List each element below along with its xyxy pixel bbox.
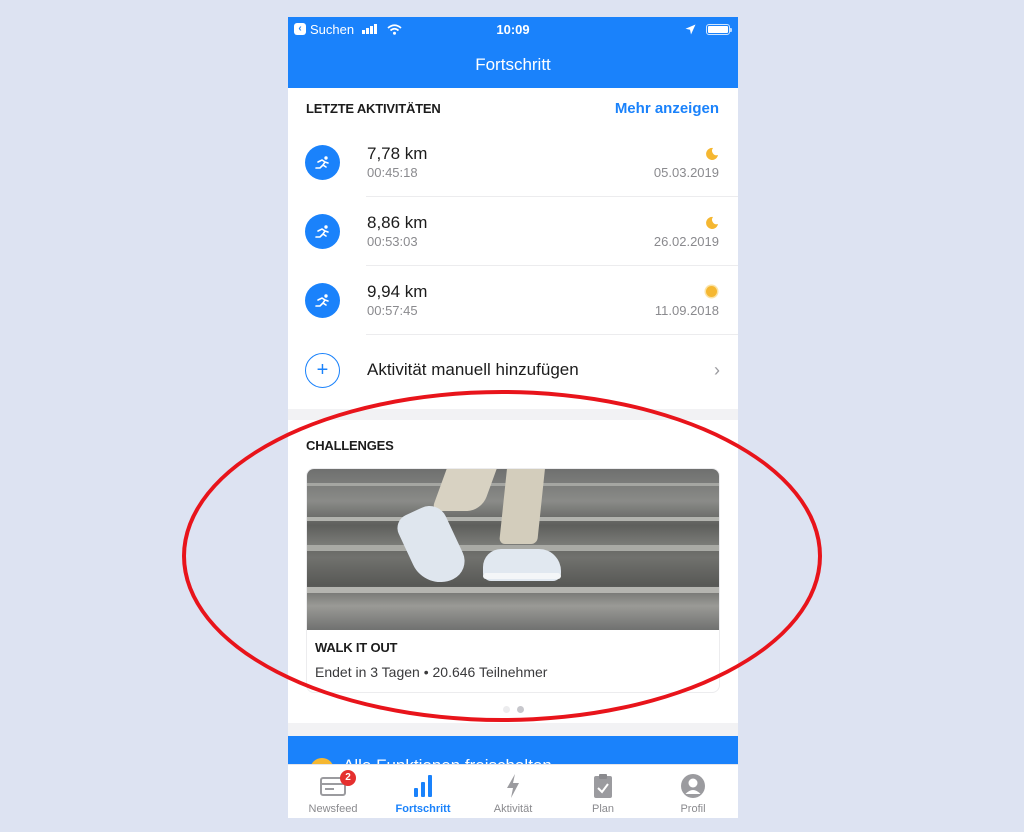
clock: 10:09: [496, 21, 530, 37]
tab-label: Aktivität: [493, 803, 533, 815]
activity-duration: 00:45:18: [367, 165, 418, 180]
running-icon: [305, 214, 340, 249]
tab-label: Plan: [591, 803, 615, 815]
activity-distance: 9,94 km: [367, 282, 428, 301]
back-label: Suchen: [310, 21, 355, 37]
profile-icon: [680, 772, 706, 800]
battery-level: [708, 25, 728, 33]
status-bar: ‹ Suchen 10:09: [288, 17, 738, 41]
challenges-section: CHALLENGES WALK IT OUT Endet in 3 Tagen …: [288, 420, 738, 723]
notification-badge: 2: [340, 770, 356, 786]
section-spacer: [288, 409, 738, 420]
carousel-pager: [288, 706, 738, 713]
phone-screen: ‹ Suchen 10:09 Fortschritt LETZTE AKTIVI…: [288, 17, 738, 818]
moon-icon: [706, 214, 719, 231]
tab-newsfeed[interactable]: 2 Newsfeed: [288, 765, 378, 818]
tab-label: Fortschritt: [395, 803, 451, 815]
signal-icon: [362, 24, 378, 34]
running-icon: [305, 145, 340, 180]
activity-duration: 00:53:03: [367, 234, 418, 249]
location-arrow-icon: [685, 24, 696, 34]
running-icon: [305, 283, 340, 318]
pager-dot[interactable]: [502, 706, 510, 713]
add-activity-label: Aktivität manuell hinzufügen: [367, 360, 579, 379]
section-title: LETZTE AKTIVITÄTEN: [306, 100, 441, 116]
tab-plan[interactable]: Plan: [558, 765, 648, 818]
lightning-icon: [505, 772, 521, 800]
progress-bars-icon: [413, 772, 433, 800]
clipboard-check-icon: [593, 772, 613, 800]
sun-icon: [704, 283, 719, 300]
recent-activities-section: LETZTE AKTIVITÄTEN Mehr anzeigen 7,78 km…: [288, 88, 738, 409]
section-title: CHALLENGES: [306, 438, 394, 453]
challenge-title: WALK IT OUT: [315, 640, 398, 655]
wifi-icon: [387, 23, 402, 35]
activity-distance: 8,86 km: [367, 213, 428, 232]
battery-icon: [706, 23, 732, 35]
back-to-search[interactable]: ‹ Suchen: [294, 22, 402, 37]
pager-dot-active[interactable]: [516, 706, 524, 713]
activity-row[interactable]: 8,86 km 00:53:03 26.02.2019: [288, 197, 738, 266]
app-header: ‹ Suchen 10:09 Fortschritt: [288, 17, 738, 88]
challenge-image: [307, 469, 719, 630]
show-more-link[interactable]: Mehr anzeigen: [615, 100, 719, 117]
plus-icon: +: [305, 352, 340, 388]
challenge-subtitle: Endet in 3 Tagen • 20.646 Teilnehmer: [315, 664, 548, 680]
tab-profile[interactable]: Profil: [648, 765, 738, 818]
chevron-right-icon: ›: [714, 359, 720, 380]
page-title: Fortschritt: [475, 55, 551, 74]
activity-date: 26.02.2019: [653, 233, 719, 249]
activity-duration: 00:57:45: [367, 303, 418, 318]
tab-label: Profil: [680, 803, 706, 815]
activity-date: 05.03.2019: [653, 164, 719, 180]
tab-label: Newsfeed: [308, 803, 358, 815]
divider: [366, 334, 738, 335]
challenge-card[interactable]: WALK IT OUT Endet in 3 Tagen • 20.646 Te…: [306, 468, 720, 693]
activity-distance: 7,78 km: [367, 144, 428, 163]
activity-row[interactable]: 9,94 km 00:57:45 11.09.2018: [288, 266, 738, 335]
tab-bar: 2 Newsfeed Fortschritt Aktivität Plan Pr…: [288, 764, 738, 818]
tab-progress[interactable]: Fortschritt: [378, 765, 468, 818]
newsfeed-icon: 2: [320, 770, 356, 800]
back-arrow-icon: ‹: [294, 23, 306, 35]
tab-activity[interactable]: Aktivität: [468, 765, 558, 818]
activity-date: 11.09.2018: [654, 302, 719, 318]
activity-row[interactable]: 7,78 km 00:45:18 05.03.2019: [288, 128, 738, 197]
moon-icon: [706, 145, 719, 162]
add-activity-manually-button[interactable]: + Aktivität manuell hinzufügen ›: [288, 335, 738, 405]
